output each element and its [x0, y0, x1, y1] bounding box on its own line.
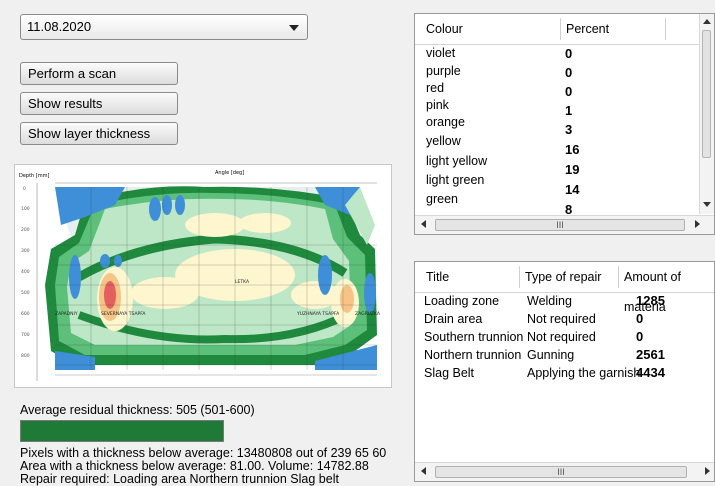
svg-text:500: 500 [21, 290, 30, 296]
thickness-progress-bar [20, 420, 224, 442]
colour-table-cell-colour: orange [426, 115, 465, 129]
svg-text:600: 600 [21, 311, 30, 317]
colour-table-hscrollbar[interactable]: III [415, 215, 714, 234]
repair-table-cell-type: Gunning [527, 348, 575, 362]
repair-required-text: Repair required: Loading area Northern t… [20, 472, 339, 486]
repair-table-cell-amount: 4434 [636, 365, 665, 380]
map-label-letka: LETKA [235, 279, 250, 285]
map-x-axis-title: Angle [deg] [215, 170, 244, 176]
repair-table-cell-title: Slag Belt [424, 366, 475, 380]
colour-table-cell-percent: 0 [565, 65, 573, 80]
show-layer-thickness-button[interactable]: Show layer thickness [20, 122, 178, 145]
colour-table-cell-colour: light green [426, 173, 485, 187]
colour-table-cell-colour: pink [426, 98, 449, 112]
repair-table-cell-title: Southern trunnion [424, 330, 524, 344]
thickness-progress-fill [21, 421, 223, 441]
colour-table-cell-colour: violet [426, 46, 456, 60]
repair-table-cell-amount: 1285 [636, 293, 665, 308]
colour-table-cell-percent: 0 [565, 46, 573, 61]
perform-scan-button[interactable]: Perform a scan [20, 62, 178, 85]
pixels-below-average-text: Pixels with a thickness below average: 1… [20, 446, 387, 460]
colour-table-cell-percent: 19 [565, 162, 580, 177]
repair-table[interactable]: Title Type of repair Amount of materia L… [414, 261, 715, 482]
repair-table-cell-type: Not required [527, 330, 596, 344]
repair-table-cell-type: Welding [527, 294, 572, 308]
scroll-up-icon[interactable] [703, 19, 711, 24]
colour-table-cell-percent: 14 [565, 182, 580, 197]
colour-column-header[interactable]: Colour [426, 14, 463, 44]
svg-text:0: 0 [23, 186, 26, 192]
repair-table-cell-title: Drain area [424, 312, 483, 326]
repair-table-cell-type: Applying the garnish [527, 366, 641, 380]
colour-table-cell-colour: red [426, 81, 445, 95]
scroll-left-icon[interactable] [421, 220, 426, 228]
map-y-axis-title: Depth [mm] [19, 173, 50, 179]
colour-table-cell-colour: yellow [426, 134, 461, 148]
colour-table-cell-percent: 3 [565, 122, 573, 137]
colour-table-cell-percent: 16 [565, 142, 580, 157]
repair-table-cell-title: Northern trunnion [424, 348, 522, 362]
svg-text:800: 800 [21, 353, 30, 359]
colour-table-cell-colour: light yellow [426, 154, 488, 168]
repair-table-cell-type: Not required [527, 312, 596, 326]
colour-table-cell-colour: purple [426, 64, 461, 78]
scroll-left-icon[interactable] [421, 467, 426, 475]
map-label-north-trunnion: SEVERNAYA TSAPFA [101, 311, 146, 317]
date-select[interactable]: 11.08.2020 [20, 14, 308, 40]
repair-table-cell-amount: 0 [636, 311, 644, 326]
svg-text:700: 700 [21, 332, 30, 338]
map-axis-ticks: 0 100 200 300 400 500 600 700 800 [21, 186, 30, 359]
map-label-south-trunnion: YUZHNAYA TSAPFA [296, 311, 340, 317]
area-below-average-text: Area with a thickness below average: 81.… [20, 459, 369, 473]
repair-table-cell-amount: 2561 [636, 347, 665, 362]
repair-table-cell-title: Loading zone [424, 294, 500, 308]
colour-table-cell-percent: 1 [565, 103, 573, 118]
svg-text:400: 400 [21, 269, 30, 275]
colour-table-hscroll-thumb[interactable]: III [435, 219, 685, 231]
colour-table-cell-percent: 0 [565, 84, 573, 99]
percent-column-header[interactable]: Percent [566, 14, 609, 44]
scroll-right-icon[interactable] [705, 467, 710, 475]
colour-table-vscroll-thumb[interactable] [702, 30, 711, 158]
thickness-map: Depth [mm] Angle [deg] 0 100 200 300 400 500… [14, 164, 392, 388]
repair-table-hscrollbar[interactable]: III [415, 462, 714, 481]
colour-table[interactable]: Colour Percent violet 0 purple 0 red 0 pink 1 or… [414, 13, 715, 235]
average-thickness-text: Average residual thickness: 505 (501-600… [20, 403, 255, 417]
type-of-repair-column-header[interactable]: Type of repair [525, 262, 601, 292]
show-results-button[interactable]: Show results [20, 92, 178, 115]
repair-table-hscroll-thumb[interactable]: III [435, 466, 687, 478]
scroll-right-icon[interactable] [695, 220, 700, 228]
svg-text:200: 200 [21, 227, 30, 233]
date-select-value: 11.08.2020 [27, 19, 92, 34]
title-column-header[interactable]: Title [426, 262, 449, 292]
repair-table-header: Title Type of repair Amount of materia [415, 262, 714, 314]
colour-table-vscrollbar[interactable] [699, 14, 714, 214]
chevron-down-icon[interactable] [289, 25, 299, 31]
colour-table-cell-colour: green [426, 192, 458, 206]
scroll-down-icon[interactable] [703, 202, 711, 207]
map-label-left-area: ZAPADNIY [55, 311, 78, 317]
thickness-map-svg: Depth [mm] Angle [deg] 0 100 200 300 400 500… [19, 170, 381, 381]
repair-table-cell-amount: 0 [636, 329, 644, 344]
svg-text:300: 300 [21, 248, 30, 254]
colour-table-header: Colour Percent [415, 14, 702, 45]
map-label-right-area: ZAGRUZKA [355, 311, 381, 317]
svg-text:100: 100 [21, 206, 30, 212]
